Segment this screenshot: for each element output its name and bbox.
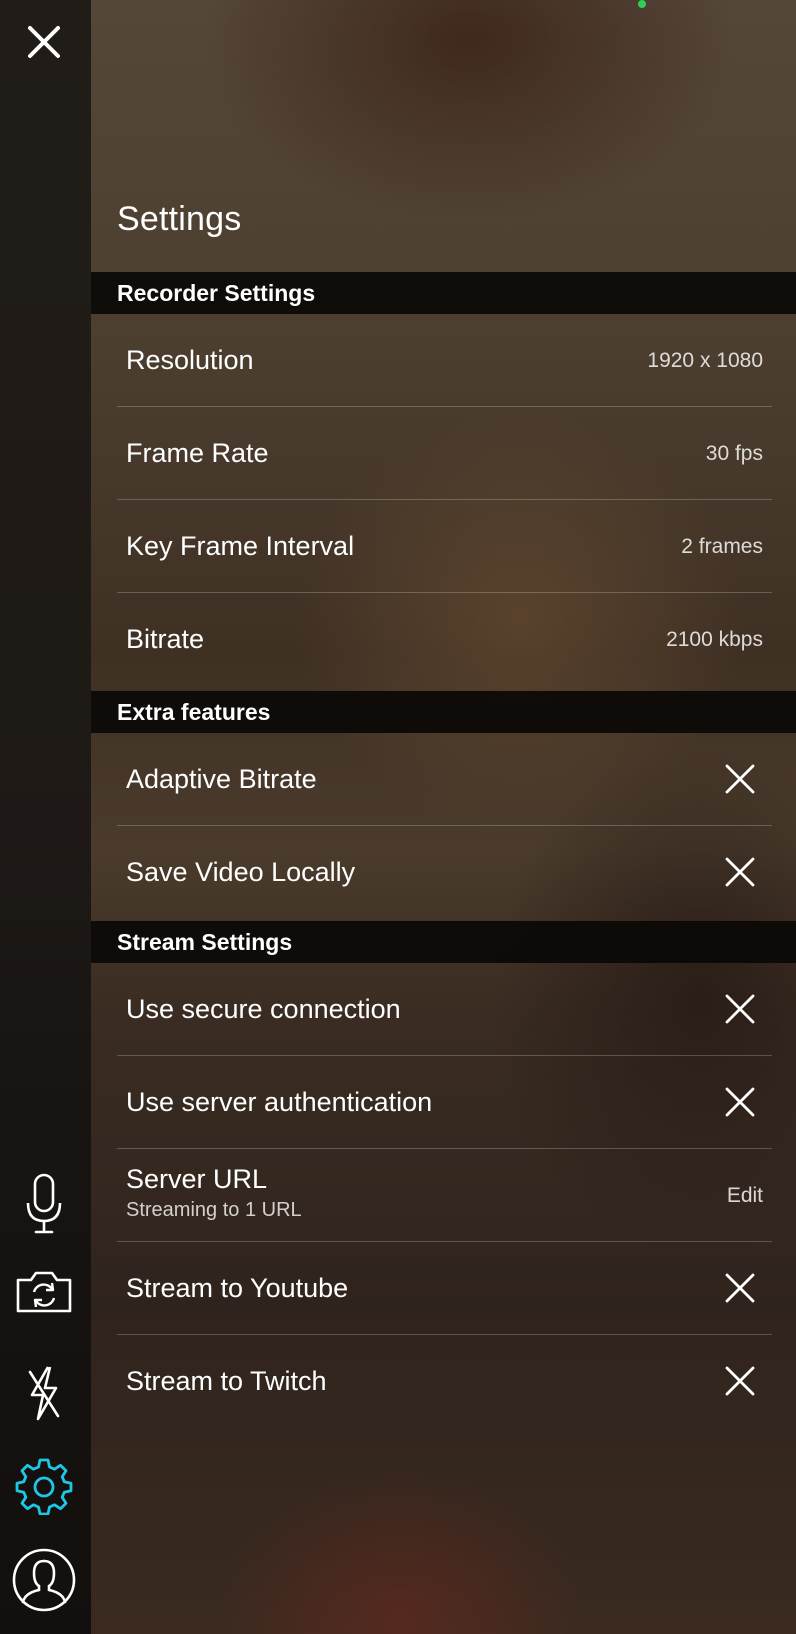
resolution-row[interactable]: Resolution 1920 x 1080	[117, 314, 772, 407]
save-video-locally-toggle[interactable]	[724, 856, 756, 888]
profile-icon	[12, 1548, 76, 1612]
row-label: Frame Rate	[126, 438, 269, 468]
resolution-value: 1920 x 1080	[647, 349, 763, 372]
secure-connection-toggle[interactable]	[724, 993, 756, 1025]
close-icon	[725, 857, 755, 887]
save-video-locally-row[interactable]: Save Video Locally	[117, 826, 772, 919]
close-icon	[725, 1366, 755, 1396]
camera-preview-screen: Settings Recorder Settings Resolution 19…	[0, 0, 796, 1634]
server-authentication-toggle[interactable]	[724, 1086, 756, 1118]
server-url-sublabel: Streaming to 1 URL	[126, 1199, 302, 1221]
row-label: Save Video Locally	[126, 857, 356, 887]
stream-to-twitch-toggle[interactable]	[724, 1365, 756, 1397]
close-icon	[725, 1087, 755, 1117]
row-label: Stream to Twitch	[126, 1366, 327, 1396]
gear-icon	[15, 1458, 73, 1515]
server-url-row[interactable]: Server URL Streaming to 1 URL Edit	[117, 1149, 772, 1242]
bitrate-row[interactable]: Bitrate 2100 kbps	[117, 593, 772, 686]
frame-rate-value: 30 fps	[705, 442, 763, 465]
settings-button[interactable]	[10, 1452, 78, 1520]
stream-to-youtube-toggle[interactable]	[724, 1272, 756, 1304]
close-icon	[28, 26, 60, 58]
camera-switch-icon	[16, 1271, 72, 1313]
frame-rate-row[interactable]: Frame Rate 30 fps	[117, 407, 772, 500]
secure-connection-row[interactable]: Use secure connection	[117, 963, 772, 1056]
flash-off-icon	[28, 1366, 60, 1421]
stream-settings-list: Use secure connection Use server authent…	[117, 963, 772, 1428]
switch-camera-button[interactable]	[10, 1262, 78, 1322]
close-icon	[725, 994, 755, 1024]
flash-toggle-button[interactable]	[14, 1358, 74, 1428]
row-label: Stream to Youtube	[126, 1273, 349, 1303]
bitrate-value: 2100 kbps	[666, 628, 763, 651]
key-frame-interval-row[interactable]: Key Frame Interval 2 frames	[117, 500, 772, 593]
row-label: Use secure connection	[126, 994, 401, 1024]
adaptive-bitrate-toggle[interactable]	[724, 763, 756, 795]
profile-button[interactable]	[8, 1544, 80, 1616]
row-label: Resolution	[126, 345, 254, 375]
stream-to-twitch-row[interactable]: Stream to Twitch	[117, 1335, 772, 1428]
microphone-button[interactable]	[14, 1168, 74, 1240]
microphone-icon	[26, 1173, 62, 1234]
section-header-recorder-settings: Recorder Settings	[91, 272, 796, 314]
recorder-settings-list: Resolution 1920 x 1080 Frame Rate 30 fps…	[117, 314, 772, 686]
close-button[interactable]	[14, 12, 74, 72]
row-label: Use server authentication	[126, 1087, 433, 1117]
server-authentication-row[interactable]: Use server authentication	[117, 1056, 772, 1149]
stream-to-youtube-row[interactable]: Stream to Youtube	[117, 1242, 772, 1335]
recording-status-dot	[638, 0, 646, 8]
adaptive-bitrate-row[interactable]: Adaptive Bitrate	[117, 733, 772, 826]
key-frame-interval-value: 2 frames	[681, 535, 763, 558]
extra-features-list: Adaptive Bitrate Save Video Locally	[117, 733, 772, 919]
section-header-extra-features: Extra features	[91, 691, 796, 733]
close-icon	[725, 1273, 755, 1303]
server-url-edit-button[interactable]: Edit	[727, 1149, 763, 1242]
row-label: Server URL	[126, 1164, 268, 1194]
sidebar	[0, 0, 91, 1634]
row-label: Adaptive Bitrate	[126, 764, 317, 794]
page-title: Settings	[117, 200, 242, 238]
section-header-stream-settings: Stream Settings	[91, 921, 796, 963]
row-label: Bitrate	[126, 624, 205, 654]
close-icon	[725, 764, 755, 794]
row-label: Key Frame Interval	[126, 531, 355, 561]
